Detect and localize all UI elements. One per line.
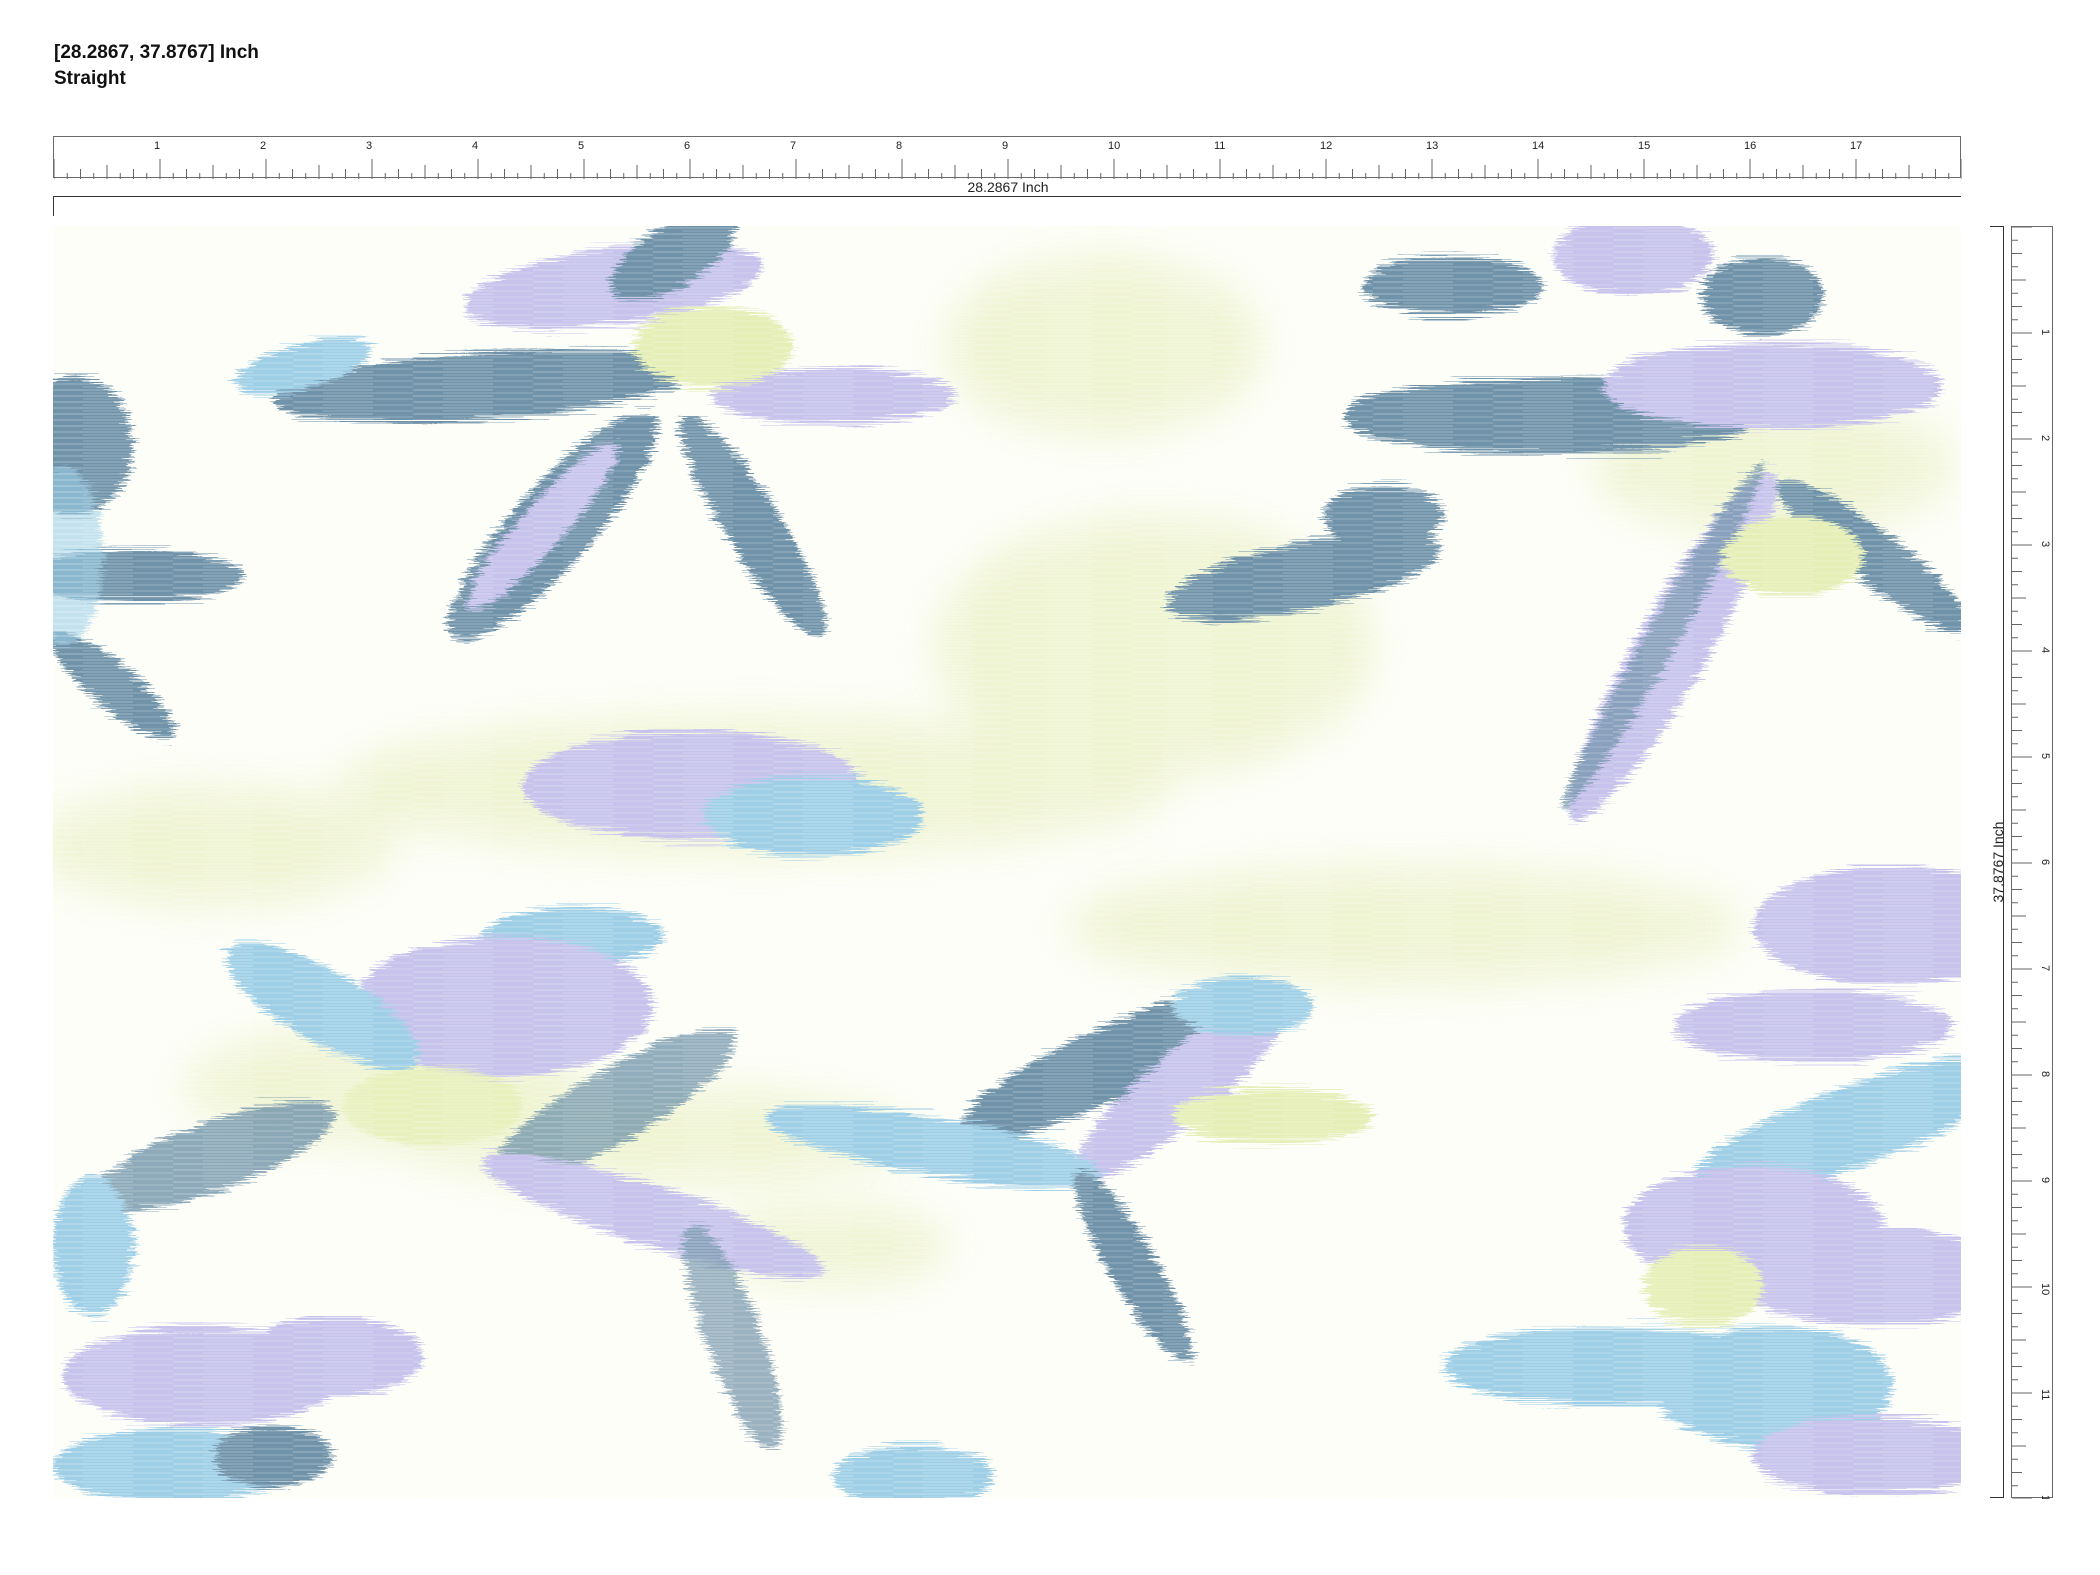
ruler-label: 12 [2039, 1495, 2051, 1499]
ruler-label: 6 [2039, 859, 2051, 865]
ruler-label: 15 [1638, 140, 1650, 152]
ruler-label: 7 [790, 140, 796, 152]
document-dimensions-label: [28.2867, 37.8767] Inch [54, 42, 259, 63]
ruler-label: 2 [2039, 435, 2051, 441]
ruler-label: 3 [2039, 541, 2051, 547]
ruler-label: 5 [578, 140, 584, 152]
height-dimension-label: 37.8767 Inch [1990, 821, 2006, 903]
ruler-label: 9 [2039, 1177, 2051, 1183]
ruler-label: 14 [1532, 140, 1544, 152]
ruler-label: 10 [2039, 1283, 2051, 1295]
repeat-mode-label: Straight [54, 68, 126, 89]
ruler-label: 1 [2039, 329, 2051, 335]
ruler-label: 7 [2039, 965, 2051, 971]
ruler-label: 10 [1108, 140, 1120, 152]
ruler-label: 4 [2039, 647, 2051, 653]
width-dimension-label: 28.2867 Inch [967, 179, 1049, 195]
ruler-label: 1 [154, 140, 160, 152]
ruler-label: 3 [366, 140, 372, 152]
ruler-label: 11 [2039, 1389, 2051, 1400]
ruler-label: 8 [896, 140, 902, 152]
fabric-print-canvas[interactable] [53, 226, 1961, 1498]
width-dimension-line: 28.2867 Inch [53, 179, 1961, 216]
ruler-label: 4 [472, 140, 478, 152]
ruler-label: 17 [1850, 140, 1862, 152]
ruler-label: 8 [2039, 1071, 2051, 1077]
ruler-label: 12 [1320, 140, 1332, 152]
floral-print-icon [53, 226, 1961, 1498]
ruler-label: 16 [1744, 140, 1756, 152]
ruler-label: 13 [1426, 140, 1438, 152]
ruler-label: 11 [1214, 140, 1225, 152]
ruler-label: 6 [684, 140, 690, 152]
horizontal-ruler: 1 2 3 4 5 6 7 8 9 10 11 12 13 14 15 16 17 [53, 136, 1962, 179]
ruler-label: 5 [2039, 753, 2051, 759]
ruler-label: 2 [260, 140, 266, 152]
vertical-ruler: 123456789101112 [2011, 226, 2053, 1499]
ruler-label: 9 [1002, 140, 1008, 152]
